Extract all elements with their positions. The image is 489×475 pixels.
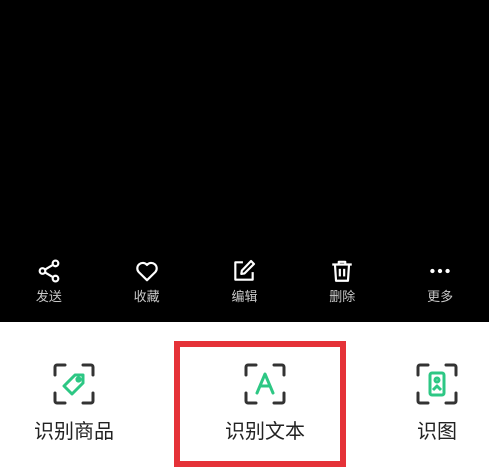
more-button[interactable]: 更多 (405, 258, 475, 306)
share-icon (38, 259, 60, 283)
favorite-button[interactable]: 收藏 (112, 258, 182, 306)
edit-button[interactable]: 编辑 (209, 258, 279, 306)
text-scan-icon (244, 363, 286, 405)
image-action-bar: 发送 收藏 编辑 删除 更多 (0, 258, 489, 318)
image-scan-icon (416, 363, 458, 405)
edit-icon (234, 259, 256, 281)
recognize-image-label: 识图 (417, 419, 457, 443)
share-button[interactable]: 发送 (14, 258, 84, 306)
recognize-product-label: 识别商品 (34, 419, 114, 443)
recognize-text-button[interactable]: 识别文本 (222, 322, 308, 444)
delete-button[interactable]: 删除 (307, 258, 377, 306)
share-label: 发送 (35, 290, 62, 305)
edit-label: 编辑 (231, 290, 258, 305)
more-dots-icon (430, 268, 450, 274)
delete-label: 删除 (329, 290, 356, 305)
trash-icon (332, 260, 353, 282)
recognize-image-button[interactable]: 识图 (411, 322, 463, 444)
favorite-label: 收藏 (133, 290, 160, 305)
more-label: 更多 (427, 290, 454, 305)
heart-icon (135, 261, 158, 282)
recognize-product-button[interactable]: 识别商品 (34, 322, 114, 444)
recognize-text-label: 识别文本 (225, 419, 305, 443)
tag-scan-icon (53, 363, 95, 405)
recognition-panel: 识别商品 识别文本 识图 (0, 322, 489, 475)
